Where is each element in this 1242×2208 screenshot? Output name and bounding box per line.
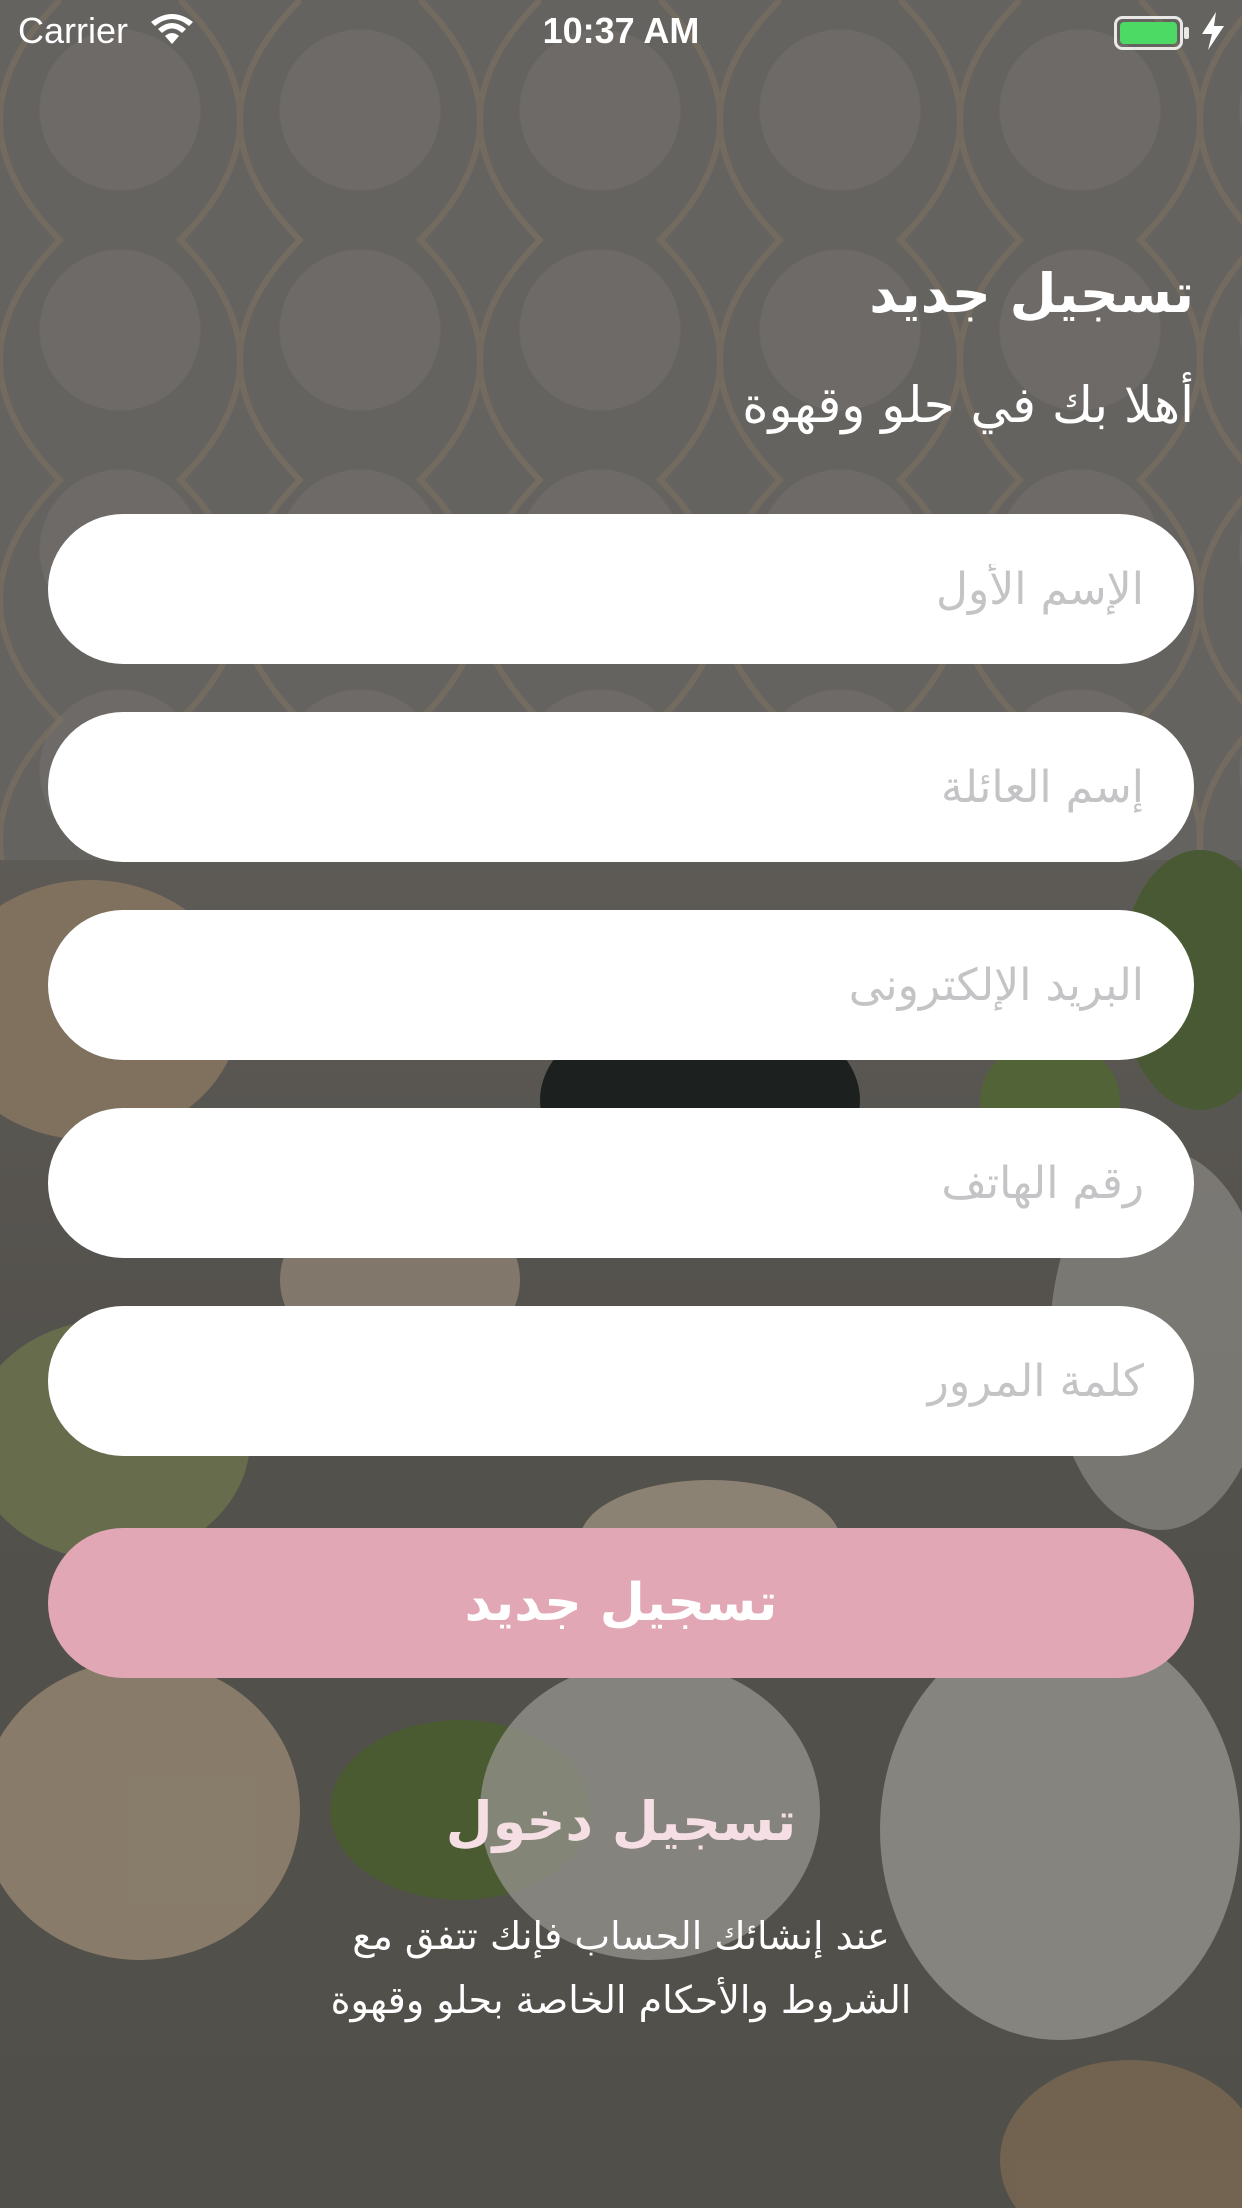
password-input[interactable] bbox=[48, 1306, 1194, 1456]
email-field[interactable] bbox=[48, 910, 1194, 1060]
clock: 10:37 AM bbox=[542, 10, 700, 51]
first-name-field[interactable] bbox=[48, 514, 1194, 664]
welcome-subtitle: أهلا بك في حلو وقهوة bbox=[742, 376, 1194, 434]
terms-line-2: الشروط والأحكام الخاصة بحلو وقهوة bbox=[330, 1978, 912, 2022]
phone-field[interactable] bbox=[48, 1108, 1194, 1258]
background-photo bbox=[0, 0, 1242, 2208]
last-name-input[interactable] bbox=[48, 712, 1194, 862]
page-title: تسجيل جديد bbox=[869, 262, 1194, 325]
signup-screen: Carrier 10:37 AM تسجيل جديد أهلا بك في ح… bbox=[0, 0, 1242, 2208]
status-bar: Carrier 10:37 AM bbox=[0, 0, 1242, 60]
last-name-field[interactable] bbox=[48, 712, 1194, 862]
dark-overlay bbox=[0, 0, 1242, 2208]
email-input[interactable] bbox=[48, 910, 1194, 1060]
login-link[interactable]: تسجيل دخول bbox=[0, 1790, 1242, 1853]
terms-line-1: عند إنشائك الحساب فإنك تتفق مع bbox=[352, 1914, 890, 1958]
first-name-input[interactable] bbox=[48, 514, 1194, 664]
password-field[interactable] bbox=[48, 1306, 1194, 1456]
bolt-icon bbox=[1200, 12, 1226, 55]
terms-notice: عند إنشائك الحساب فإنك تتفق مع الشروط وا… bbox=[0, 1904, 1242, 2032]
phone-input[interactable] bbox=[48, 1108, 1194, 1258]
battery-icon bbox=[1114, 16, 1190, 55]
register-button[interactable]: تسجيل جديد bbox=[48, 1528, 1194, 1678]
